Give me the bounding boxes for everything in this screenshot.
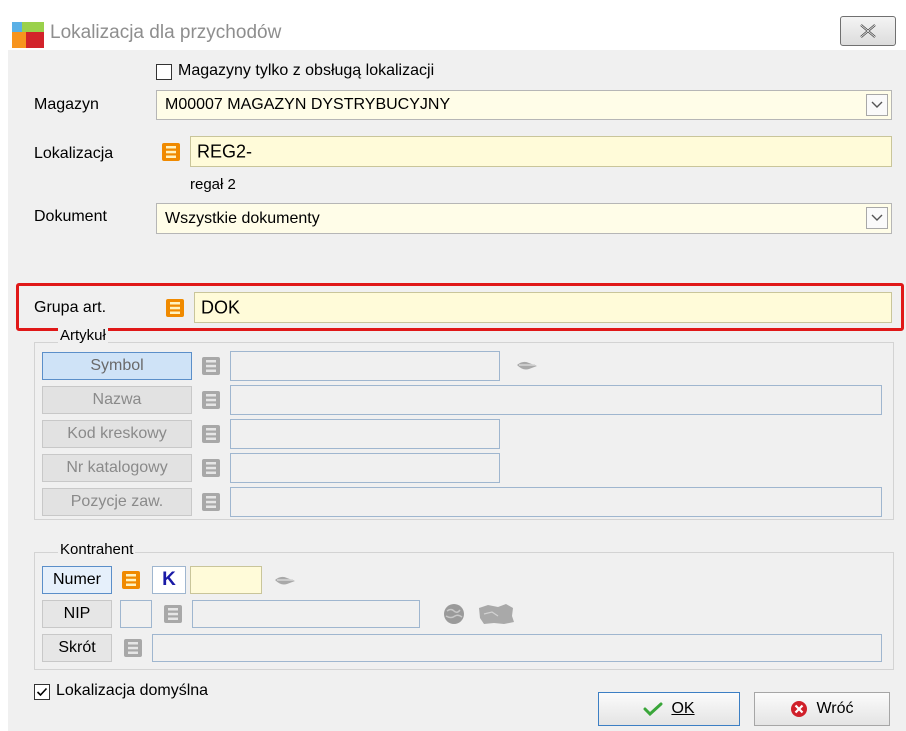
chevron-down-icon [871, 101, 883, 108]
back-label: Wróć [816, 700, 854, 717]
eraser-icon [275, 576, 295, 585]
list-icon [164, 605, 182, 623]
skrot-list-button[interactable] [122, 637, 144, 659]
only-loc-warehouses-checkbox[interactable] [156, 64, 172, 80]
poland-map-icon [479, 604, 514, 624]
pozycje-zaw-input[interactable] [230, 487, 882, 517]
nr-katalogowy-button[interactable]: Nr katalogowy [42, 454, 192, 482]
dokument-dropdown-button[interactable] [866, 207, 888, 229]
symbol-input[interactable] [230, 351, 500, 381]
kod-kreskowy-input[interactable] [230, 419, 500, 449]
pozycje-zaw-list-button[interactable] [200, 491, 222, 513]
nip-web-lookup-button[interactable] [438, 600, 470, 628]
ok-button[interactable]: OK [598, 692, 740, 726]
numer-clear-button[interactable] [272, 569, 298, 591]
lokalizacja-description: regał 2 [190, 176, 236, 193]
list-icon [202, 391, 220, 409]
lokalizacja-value: REG2- [197, 141, 253, 161]
pozycje-zaw-button[interactable]: Pozycje zaw. [42, 488, 192, 516]
numer-button[interactable]: Numer [42, 566, 112, 594]
list-icon [202, 459, 220, 477]
lokalizacja-label: Lokalizacja [34, 145, 114, 162]
chevron-down-icon [871, 214, 883, 221]
dokument-value: Wszystkie dokumenty [165, 209, 320, 227]
magazyn-select[interactable]: M00007 MAGAZYN DYSTRYBUCYJNY [156, 90, 892, 120]
window-title: Lokalizacja dla przychodów [50, 22, 282, 43]
kontrahent-group-title: Kontrahent [58, 541, 136, 558]
list-icon [122, 571, 140, 589]
default-loc-label: Lokalizacja domyślna [56, 682, 209, 699]
cancel-icon [791, 701, 808, 717]
nip-prefix-field[interactable] [120, 600, 152, 628]
close-button[interactable] [840, 16, 896, 46]
nazwa-button[interactable]: Nazwa [42, 386, 192, 414]
list-icon [162, 143, 180, 161]
app-logo-icon [12, 22, 44, 48]
skrot-input[interactable] [152, 634, 882, 662]
checkmark-icon [36, 687, 48, 697]
list-icon [202, 357, 220, 375]
default-loc-checkbox[interactable] [34, 684, 50, 700]
nazwa-input[interactable] [230, 385, 882, 415]
kod-kreskowy-button[interactable]: Kod kreskowy [42, 420, 192, 448]
globe-icon [444, 604, 464, 624]
nip-list-button[interactable] [162, 603, 184, 625]
lokalizacja-list-button[interactable] [160, 141, 182, 163]
nip-input[interactable] [192, 600, 420, 628]
dokument-label: Dokument [34, 208, 107, 225]
magazyn-label: Magazyn [34, 96, 99, 113]
symbol-clear-button[interactable] [514, 354, 540, 376]
k-type-field[interactable]: K [152, 566, 186, 594]
list-icon [124, 639, 142, 657]
dokument-select[interactable]: Wszystkie dokumenty [156, 203, 892, 234]
nip-gus-lookup-button[interactable] [474, 600, 518, 628]
symbol-button[interactable]: Symbol [42, 352, 192, 380]
magazyn-dropdown-button[interactable] [866, 94, 888, 116]
list-icon [202, 493, 220, 511]
skrot-button[interactable]: Skrót [42, 634, 112, 662]
magazyn-value: M00007 MAGAZYN DYSTRYBUCYJNY [165, 96, 451, 113]
highlight-box [16, 283, 904, 331]
eraser-icon [517, 361, 537, 370]
close-icon [860, 24, 876, 38]
list-icon [202, 425, 220, 443]
nr-katalogowy-list-button[interactable] [200, 457, 222, 479]
nazwa-list-button[interactable] [200, 389, 222, 411]
ok-label: OK [671, 700, 695, 717]
only-loc-warehouses-label: Magazyny tylko z obsługą lokalizacji [178, 62, 435, 79]
numer-input[interactable] [190, 566, 262, 594]
artykul-group-title: Artykuł [58, 327, 108, 344]
numer-list-button[interactable] [120, 569, 142, 591]
lokalizacja-input[interactable]: REG2- [190, 136, 892, 167]
back-button[interactable]: Wróć [754, 692, 890, 726]
symbol-list-button[interactable] [200, 355, 222, 377]
ok-checkmark-icon [643, 702, 663, 716]
nip-button[interactable]: NIP [42, 600, 112, 628]
kod-kreskowy-list-button[interactable] [200, 423, 222, 445]
nr-katalogowy-input[interactable] [230, 453, 500, 483]
